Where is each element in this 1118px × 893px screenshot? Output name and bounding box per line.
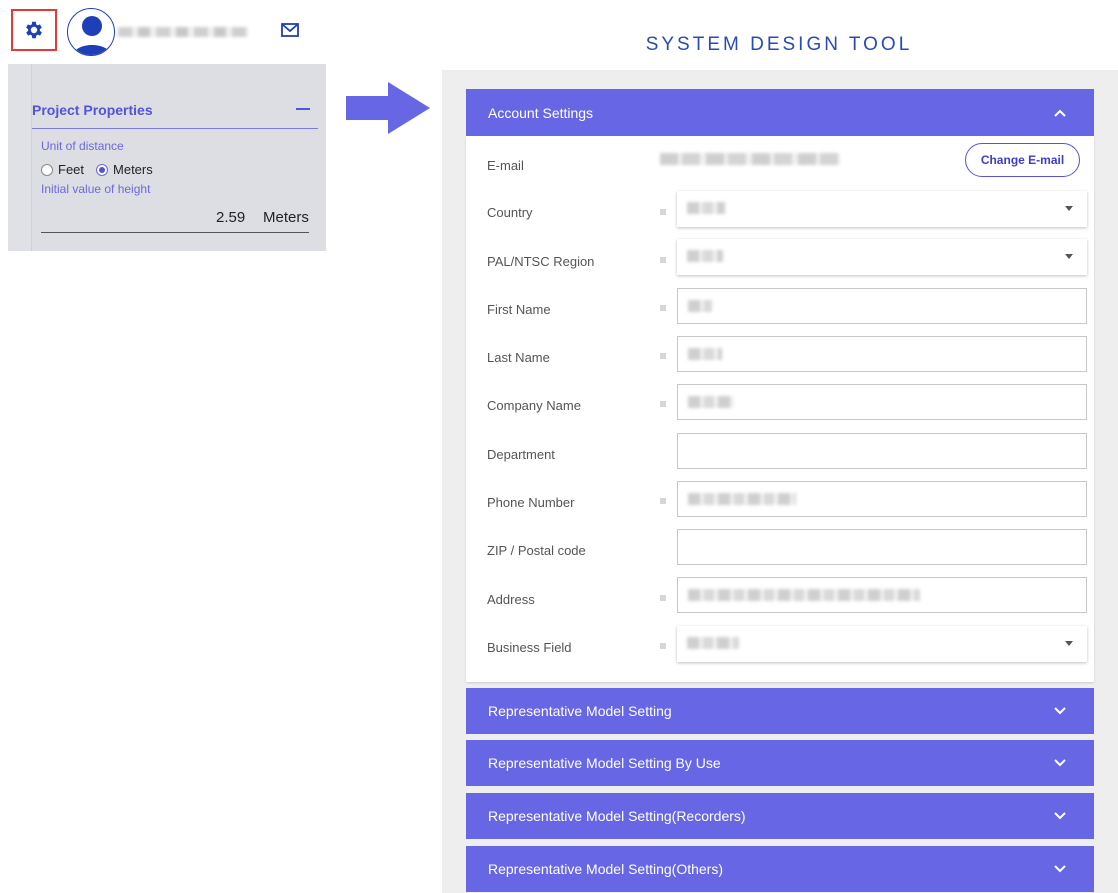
user-avatar[interactable] [67,8,115,56]
username-redacted [118,27,248,37]
region-value-redacted [687,250,723,262]
account-settings-title: Account Settings [488,104,594,121]
required-marker [660,401,666,407]
user-avatar-icon [72,16,112,55]
field-label-zip: ZIP / Postal code [487,543,586,558]
chevron-down-icon [1054,865,1066,873]
company-name-input[interactable] [677,384,1087,420]
project-properties-title: Project Properties [32,102,153,118]
section-header-model-setting-recorders[interactable]: Representative Model Setting(Recorders) [466,793,1094,839]
chevron-up-icon [1054,109,1066,117]
first-name-input[interactable] [677,288,1087,324]
required-marker [660,209,666,215]
initial-height-label: Initial value of height [41,182,151,196]
section-header-model-setting-others[interactable]: Representative Model Setting(Others) [466,846,1094,892]
height-input-underline [41,232,309,233]
required-marker [660,498,666,504]
first-name-value-redacted [688,300,712,312]
field-label-address: Address [487,592,535,607]
section-header-model-setting-by-use[interactable]: Representative Model Setting By Use [466,740,1094,786]
required-marker [660,595,666,601]
field-label-pal-ntsc: PAL/NTSC Region [487,254,595,269]
last-name-input[interactable] [677,336,1087,372]
business-field-select[interactable] [677,626,1087,662]
email-value-redacted [660,153,840,165]
field-label-email: E-mail [487,158,524,173]
change-email-button[interactable]: Change E-mail [965,143,1080,177]
section-title: Representative Model Setting By Use [488,755,721,771]
collapse-minus-icon[interactable] [296,108,310,110]
phone-value-redacted [688,493,796,505]
field-label-phone: Phone Number [487,495,575,510]
required-marker [660,643,666,649]
address-value-redacted [688,589,920,601]
account-settings-header[interactable]: Account Settings [466,89,1094,136]
page-title: SYSTEM DESIGN TOOL [645,34,913,55]
chevron-down-icon [1054,812,1066,820]
feet-radio[interactable] [41,163,53,176]
address-input[interactable] [677,577,1087,613]
field-label-country: Country [487,205,533,220]
section-title: Representative Model Setting(Recorders) [488,808,746,824]
feet-label: Feet [58,162,85,177]
field-label-department: Department [487,447,555,462]
mail-button[interactable] [281,23,299,42]
meters-radio[interactable] [96,163,109,176]
required-marker [660,305,666,311]
required-marker [660,353,666,359]
zip-postal-input[interactable] [677,529,1087,565]
department-input[interactable] [677,433,1087,469]
divider [32,128,318,129]
unit-radio-group: Feet Meters [41,162,153,177]
company-value-redacted [688,396,734,408]
country-value-redacted [687,202,725,214]
caret-down-icon [1065,254,1073,259]
right-arrow-icon [346,82,430,134]
section-header-model-setting[interactable]: Representative Model Setting [466,688,1094,734]
business-field-value-redacted [687,637,739,649]
pal-ntsc-select[interactable] [677,239,1087,275]
unit-of-distance-label: Unit of distance [41,139,124,153]
gear-icon [26,21,42,39]
chevron-down-icon [1054,707,1066,715]
country-select[interactable] [677,191,1087,227]
chevron-down-icon [1054,759,1066,767]
caret-down-icon [1065,206,1073,211]
required-marker [660,257,666,263]
field-label-company-name: Company Name [487,398,581,413]
section-title: Representative Model Setting [488,703,672,719]
last-name-value-redacted [688,348,722,360]
meters-label: Meters [113,162,153,177]
phone-number-input[interactable] [677,481,1087,517]
settings-button[interactable] [11,9,57,51]
section-title: Representative Model Setting(Others) [488,861,723,877]
initial-height-unit: Meters [263,209,309,226]
mail-icon [281,23,299,37]
field-label-last-name: Last Name [487,350,550,365]
caret-down-icon [1065,641,1073,646]
field-label-first-name: First Name [487,302,551,317]
initial-height-input[interactable]: 2.59 [216,209,245,226]
field-label-business-field: Business Field [487,640,572,655]
